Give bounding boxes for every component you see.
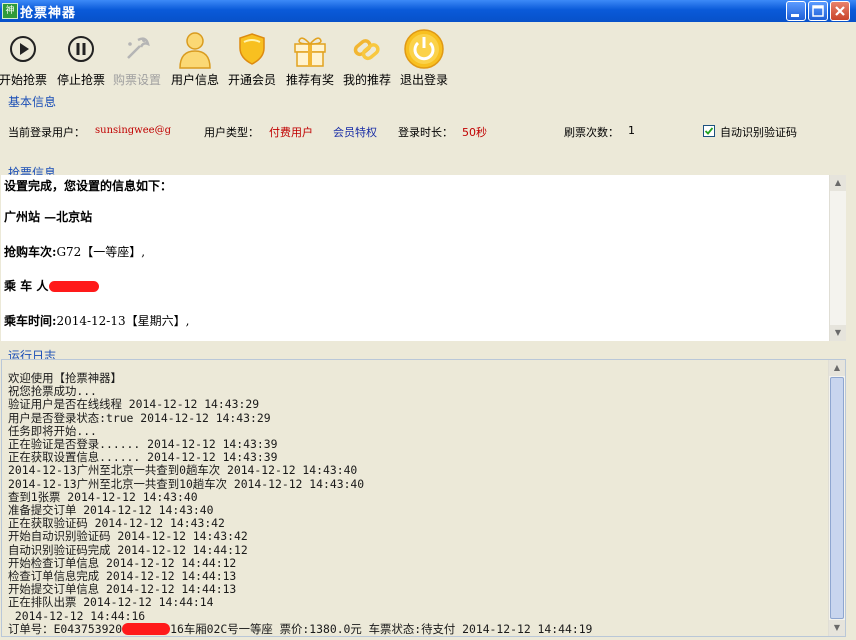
run-log-text: 欢迎使用【抢票神器】 祝您抢票成功... 验证用户是否在线线程 2014-12-12…: [8, 371, 593, 636]
minimize-icon: [791, 14, 799, 17]
user-icon: [179, 32, 211, 69]
maximize-icon: [812, 5, 824, 17]
start-grab-button[interactable]: 开始抢票: [0, 22, 52, 88]
user-type-label: 用户类型：: [204, 126, 259, 139]
close-icon: [835, 6, 845, 16]
ticket-passenger: 乘 车 人: [4, 277, 100, 294]
member-privilege-link[interactable]: 会员特权: [333, 124, 377, 140]
toolbar: 开始抢票 停止抢票 购票设置 用户信息 开通会员 推荐有奖 我的推荐 退出登录: [0, 22, 856, 88]
ticket-info-panel: 设置完成，您设置的信息如下： 广州站 —北京站 抢购车次:G72【一等座】, 乘…: [1, 175, 846, 341]
ticket-settings-button[interactable]: 购票设置: [108, 22, 166, 88]
current-user-label: 当前登录用户：: [8, 126, 85, 139]
log-line: 验证用户是否在线线程 2014-12-12 14:43:29: [8, 397, 260, 412]
user-info-button[interactable]: 用户信息: [166, 22, 224, 88]
pause-icon: [68, 36, 94, 62]
login-duration-label: 登录时长：: [398, 126, 453, 139]
logout-button[interactable]: 退出登录: [395, 22, 453, 88]
log-line: 自动识别验证码完成 2014-12-12 14:44:12: [8, 542, 248, 557]
settings-icon: [127, 37, 150, 59]
shield-icon: [239, 33, 265, 65]
refresh-count-label: 刷票次数：: [564, 126, 619, 139]
ticket-info-summary: 设置完成，您设置的信息如下：: [4, 179, 173, 193]
login-duration-value: 50秒: [462, 126, 487, 139]
checkmark-icon: [704, 127, 714, 135]
logout-label: 退出登录: [399, 73, 448, 87]
log-line: 2014-12-13广州至北京一共查到10趟车次 2014-12-12 14:4…: [8, 476, 365, 491]
redaction-mark: [49, 281, 100, 292]
window-title: 抢票神器: [20, 6, 77, 21]
scroll-up-arrow[interactable]: ▲: [829, 360, 845, 376]
log-order-line: 订单号：E043753920 16车厢02C号一等座 票价:1380.0元 车票状…: [8, 621, 593, 636]
open-membership-button[interactable]: 开通会员: [223, 22, 281, 88]
scroll-thumb[interactable]: [830, 377, 844, 619]
auto-captcha-label[interactable]: 自动识别验证码: [720, 124, 797, 140]
maximize-button[interactable]: [808, 1, 828, 21]
redaction-mark: [122, 623, 171, 636]
user-type-value: 付费用户: [269, 126, 313, 139]
ticket-date: 乘车时间:2014-12-13【星期六】,: [4, 314, 190, 328]
play-icon: [10, 36, 36, 62]
current-user-value: sunsingwee@g: [95, 125, 171, 136]
auto-captcha-checkbox[interactable]: [703, 125, 715, 137]
ticket-info-scrollbar[interactable]: ▲ ▼: [829, 175, 846, 341]
ticket-train: 抢购车次:G72【一等座】,: [4, 245, 146, 259]
ticket-route: 广州站 —北京站: [4, 210, 93, 224]
title-bar: 神 抢票神器: [0, 0, 856, 22]
link-icon: [353, 39, 380, 61]
scroll-up-arrow[interactable]: ▲: [830, 175, 846, 191]
run-log-panel: 欢迎使用【抢票神器】 祝您抢票成功... 验证用户是否在线线程 2014-12-12…: [1, 359, 846, 637]
power-icon: [404, 29, 444, 69]
close-button[interactable]: [830, 1, 850, 21]
minimize-button[interactable]: [786, 1, 806, 21]
my-referrals-button[interactable]: 我的推荐: [338, 22, 396, 88]
basic-info-heading: 基本信息: [8, 95, 57, 109]
run-log-scrollbar[interactable]: ▲ ▼: [828, 360, 845, 636]
app-icon: 神: [2, 3, 18, 19]
gift-icon: [294, 37, 326, 67]
log-line: 开始自动识别验证码 2014-12-12 14:43:42: [8, 529, 248, 544]
refresh-count-value: 1: [628, 124, 635, 137]
refer-reward-button[interactable]: 推荐有奖: [281, 22, 339, 88]
log-line: 正在排队出票 2014-12-12 14:44:14: [8, 595, 214, 610]
scroll-down-arrow[interactable]: ▼: [829, 620, 845, 636]
scroll-down-arrow[interactable]: ▼: [830, 325, 846, 341]
log-line: 用户是否登录状态:true 2014-12-12 14:43:29: [8, 410, 271, 425]
log-line: 2014-12-13广州至北京一共查到0趟车次 2014-12-12 14:43…: [8, 463, 358, 478]
